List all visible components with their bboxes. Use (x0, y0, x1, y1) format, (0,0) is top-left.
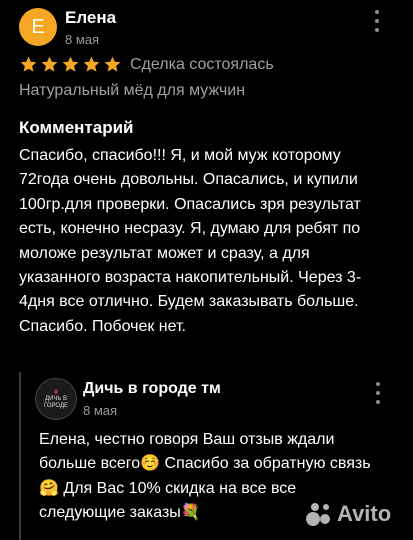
author-avatar[interactable]: Е (19, 8, 57, 46)
star-icon (104, 56, 121, 72)
comment-text: Спасибо, спасибо!!! Я, и мой муж котором… (19, 147, 362, 335)
review-date: 8 мая (65, 32, 100, 47)
rating: Сделка состоялась (19, 55, 274, 74)
comment-heading: Комментарий (19, 118, 134, 137)
star-icon (41, 56, 58, 72)
reply-more-options-icon[interactable] (373, 382, 383, 404)
star-icon (62, 56, 79, 72)
reply-divider (19, 372, 21, 540)
star-icon (20, 56, 37, 72)
star-icon (83, 56, 100, 72)
more-options-icon[interactable] (372, 10, 382, 32)
avito-watermark: Avito (305, 500, 391, 528)
reply-date: 8 мая (83, 403, 118, 418)
watermark-text: Avito (337, 501, 392, 526)
avito-logo-icon (306, 503, 330, 526)
seller-avatar[interactable]: ❦ ДИЧЬ В ГОРОДЕ (35, 378, 77, 420)
author-name[interactable]: Елена (65, 8, 116, 28)
seller-avatar-text: ДИЧЬ В ГОРОДЕ (43, 395, 69, 409)
seller-name[interactable]: Дичь в городе тм (83, 380, 221, 398)
product-title[interactable]: Натуральный мёд для мужчин (19, 82, 245, 100)
review-card: Е Елена 8 мая Сделка состоялась Натураль… (0, 0, 413, 540)
deal-status: Сделка состоялась (130, 55, 274, 73)
